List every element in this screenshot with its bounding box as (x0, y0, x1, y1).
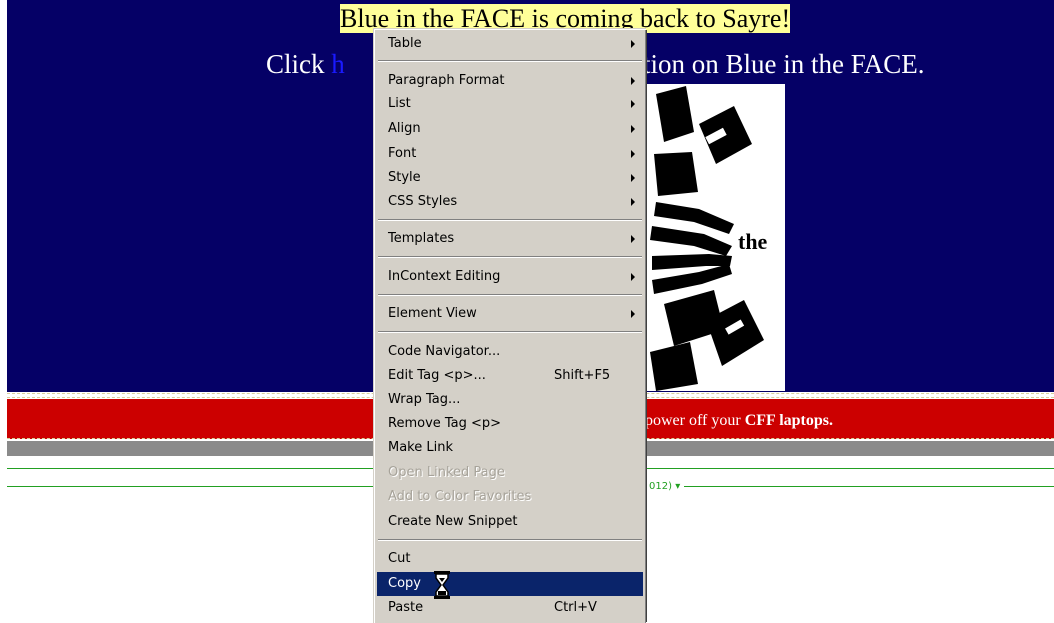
menu-separator (378, 219, 642, 221)
menu-item-wrap-tag[interactable]: Wrap Tag... (377, 388, 643, 412)
submenu-arrow-icon (631, 235, 635, 243)
menu-item-font[interactable]: Font (377, 142, 643, 166)
menu-item-copy[interactable]: Copy (377, 572, 643, 596)
menu-item-templates[interactable]: Templates (377, 227, 643, 251)
logo-text: the (738, 229, 768, 254)
menu-item-paste[interactable]: Paste Ctrl+V (377, 596, 643, 620)
subline-end: tion on Blue in the FACE. (643, 49, 925, 79)
tag-selector-label[interactable]: 012) ▾ (645, 480, 685, 493)
hourglass-icon (434, 571, 450, 599)
menu-item-create-new-snippet[interactable]: Create New Snippet (377, 510, 643, 534)
menu-item-element-view[interactable]: Element View (377, 302, 643, 326)
submenu-arrow-icon (631, 150, 635, 158)
chevron-down-icon: ▾ (675, 481, 681, 492)
menu-item-align[interactable]: Align (377, 117, 643, 141)
shortcut-label: Shift+F5 (554, 368, 611, 383)
menu-separator (378, 60, 642, 62)
menu-item-open-linked-page: Open Linked Page (388, 465, 505, 480)
menu-item-table[interactable]: Table (377, 32, 643, 56)
menu-separator (378, 331, 642, 333)
menu-item-add-to-color-favorites: Add to Color Favorites (388, 489, 532, 504)
menu-item-css-styles[interactable]: CSS Styles (377, 190, 643, 214)
submenu-arrow-icon (631, 310, 635, 318)
submenu-arrow-icon (631, 125, 635, 133)
submenu-arrow-icon (631, 198, 635, 206)
menu-separator (378, 539, 642, 541)
context-menu[interactable]: Table Paragraph Format List Align Font S… (373, 28, 646, 623)
menu-item-paragraph-format[interactable]: Paragraph Format (377, 69, 643, 93)
menu-item-incontext-editing[interactable]: InContext Editing (377, 265, 643, 289)
menu-item-list[interactable]: List (377, 92, 643, 116)
submenu-arrow-icon (631, 40, 635, 48)
menu-item-style[interactable]: Style (377, 166, 643, 190)
submenu-arrow-icon (631, 273, 635, 281)
shortcut-label: Ctrl+V (554, 600, 597, 615)
submenu-arrow-icon (631, 77, 635, 85)
menu-item-remove-tag[interactable]: Remove Tag <p> (377, 412, 643, 436)
menu-item-code-navigator[interactable]: Code Navigator... (377, 340, 643, 364)
subline-start: Click (266, 49, 332, 79)
menu-separator (378, 256, 642, 258)
subline-link[interactable]: h (331, 49, 345, 79)
menu-item-make-link[interactable]: Make Link (377, 436, 643, 460)
submenu-arrow-icon (631, 174, 635, 182)
menu-separator (378, 294, 642, 296)
menu-item-cut[interactable]: Cut (377, 547, 643, 571)
red-banner-text[interactable]: power off your CFF laptops. (645, 410, 1050, 432)
menu-item-edit-tag[interactable]: Edit Tag <p>... Shift+F5 (377, 364, 643, 388)
submenu-arrow-icon (631, 100, 635, 108)
